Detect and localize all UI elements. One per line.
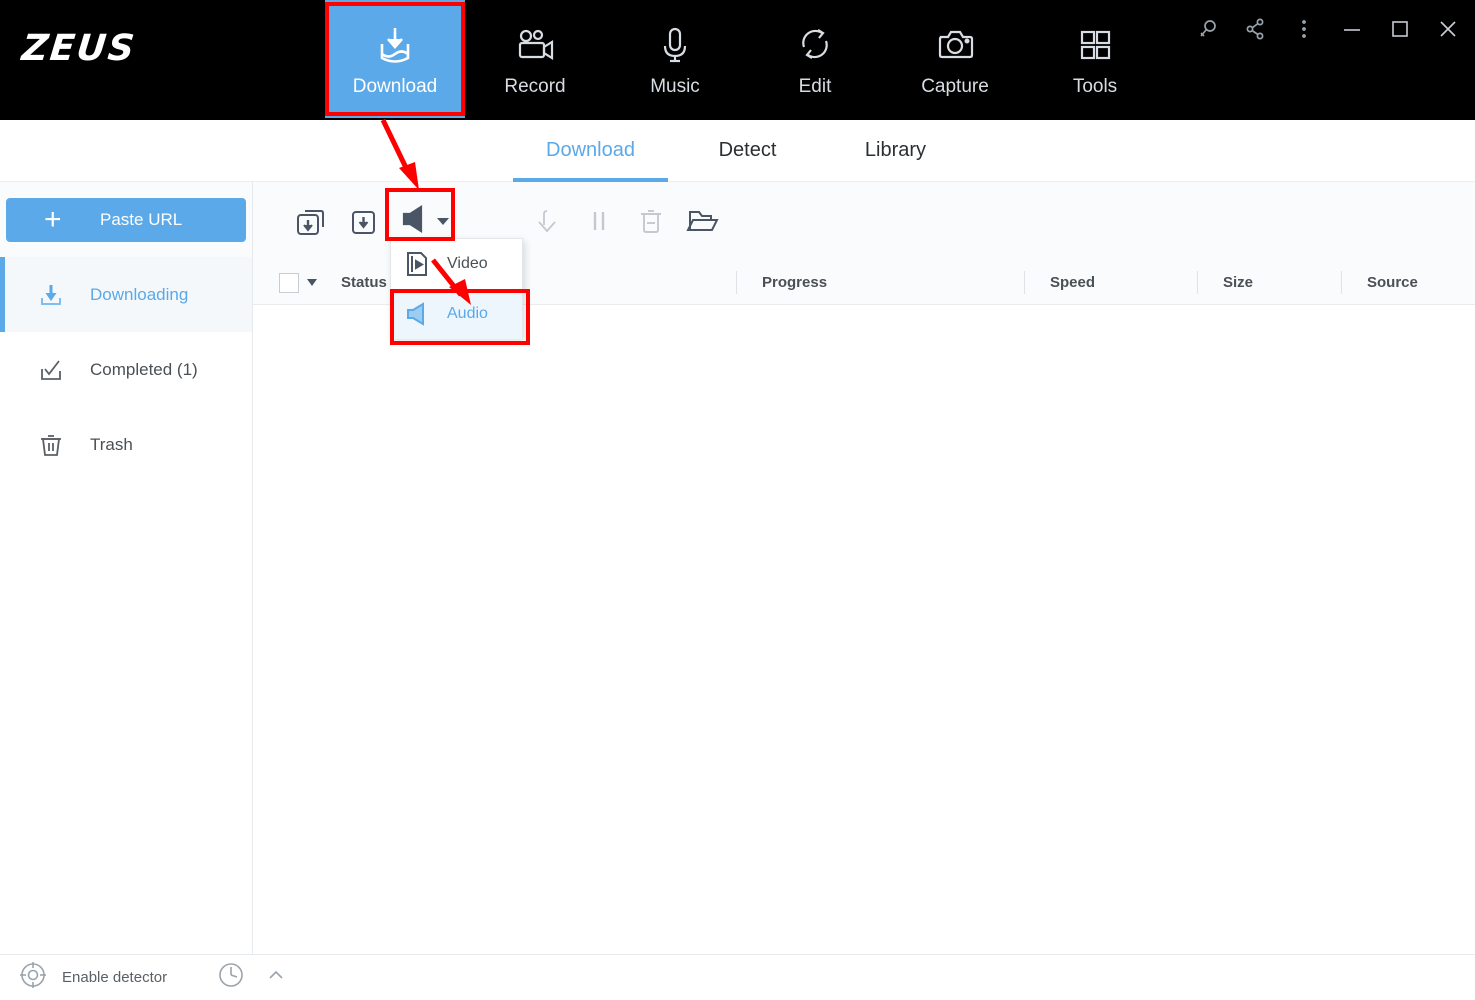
- clock-icon[interactable]: [217, 961, 245, 994]
- column-header-speed[interactable]: Speed: [1023, 260, 1096, 305]
- pause-icon[interactable]: [573, 195, 625, 247]
- column-header-status[interactable]: Status: [341, 260, 387, 305]
- delete-icon[interactable]: [625, 195, 677, 247]
- column-label-progress: Progress: [762, 274, 828, 291]
- dropdown-label-audio: Audio: [447, 305, 488, 322]
- nav-item-edit[interactable]: Edit: [745, 0, 885, 118]
- column-label-source: Source: [1367, 274, 1418, 291]
- nav-label-capture: Capture: [921, 76, 989, 97]
- select-all-checkbox[interactable]: [279, 272, 299, 293]
- nav-label-music: Music: [650, 76, 700, 97]
- nav-item-download[interactable]: Download: [325, 0, 465, 118]
- sub-tab-bar: Download Detect Library: [0, 120, 1475, 182]
- nav-item-music[interactable]: Music: [605, 0, 745, 118]
- download-arrow-icon: [36, 280, 66, 310]
- open-folder-icon[interactable]: [677, 195, 729, 247]
- paste-url-container: + Paste URL: [0, 182, 252, 257]
- dropdown-item-video[interactable]: Video: [391, 239, 522, 289]
- column-header-size[interactable]: Size: [1196, 260, 1254, 305]
- paste-url-label: Paste URL: [100, 209, 183, 229]
- nav-item-record[interactable]: Record: [465, 0, 605, 118]
- select-all-checkbox-group[interactable]: [279, 260, 317, 305]
- sidebar-item-trash[interactable]: Trash: [0, 407, 252, 482]
- app-logo: ZEUS: [19, 28, 139, 69]
- nav-label-record: Record: [504, 76, 566, 97]
- share-icon[interactable]: [1239, 12, 1273, 46]
- format-dropdown-menu: Video Audio: [390, 238, 523, 339]
- trash-icon: [36, 430, 66, 460]
- sidebar: + Paste URL Downloading Completed (1) Tr…: [0, 182, 253, 954]
- select-dropdown-icon[interactable]: [307, 279, 317, 286]
- sidebar-item-completed[interactable]: Completed (1): [0, 332, 252, 407]
- start-download-icon[interactable]: [521, 195, 573, 247]
- check-tray-icon: [36, 355, 66, 385]
- nav-label-edit: Edit: [798, 76, 832, 97]
- batch-download-icon[interactable]: [285, 195, 337, 247]
- paste-url-button[interactable]: + Paste URL: [6, 197, 246, 242]
- tab-download[interactable]: Download: [513, 120, 668, 182]
- refresh-arrows-icon: [789, 20, 841, 68]
- speaker-icon: [397, 202, 431, 241]
- photo-camera-icon: [929, 20, 981, 68]
- plus-icon: +: [44, 202, 62, 236]
- download-list-area: [253, 305, 1475, 954]
- chevron-down-icon: [437, 217, 449, 225]
- sidebar-label-completed: Completed (1): [90, 359, 198, 379]
- close-icon[interactable]: [1431, 12, 1465, 46]
- tab-label-library: Library: [864, 139, 927, 161]
- column-label-size: Size: [1223, 274, 1254, 291]
- column-label-status: Status: [341, 274, 387, 291]
- tab-label-detect: Detect: [718, 139, 777, 161]
- tab-label-download: Download: [546, 139, 635, 161]
- top-navigation-bar: ZEUS Download Record Music Edit Capture …: [0, 0, 1475, 120]
- main-nav-group: Download Record Music Edit Capture Tools: [325, 0, 1165, 120]
- video-camera-icon: [509, 20, 561, 68]
- maximize-icon[interactable]: [1383, 12, 1417, 46]
- speaker-icon: [403, 300, 431, 328]
- tab-library[interactable]: Library: [833, 120, 958, 182]
- dropdown-item-audio[interactable]: Audio: [391, 289, 522, 339]
- crosshair-icon[interactable]: [18, 960, 48, 995]
- nav-label-tools: Tools: [1072, 76, 1118, 97]
- column-label-speed: Speed: [1050, 274, 1096, 291]
- minimize-icon[interactable]: [1335, 12, 1369, 46]
- column-header-progress[interactable]: Progress: [735, 260, 828, 305]
- download-tray-icon: [369, 20, 421, 68]
- window-controls: [1191, 12, 1465, 46]
- nav-item-capture[interactable]: Capture: [885, 0, 1025, 118]
- status-bar: Enable detector: [0, 954, 1475, 1000]
- grid-squares-icon: [1069, 20, 1121, 68]
- chevron-up-icon[interactable]: [265, 964, 287, 991]
- microphone-icon: [649, 20, 701, 68]
- sidebar-label-downloading: Downloading: [90, 284, 189, 304]
- search-icon[interactable]: [1191, 12, 1225, 46]
- single-download-icon[interactable]: [337, 195, 389, 247]
- enable-detector-label[interactable]: Enable detector: [62, 969, 167, 986]
- column-header-source[interactable]: Source: [1341, 260, 1418, 305]
- tab-detect[interactable]: Detect: [690, 120, 805, 182]
- sidebar-label-trash: Trash: [90, 434, 133, 454]
- sidebar-item-downloading[interactable]: Downloading: [0, 257, 252, 332]
- nav-item-tools[interactable]: Tools: [1025, 0, 1165, 118]
- dropdown-label-video: Video: [447, 255, 488, 272]
- nav-label-download: Download: [352, 76, 438, 97]
- video-file-icon: [403, 250, 431, 278]
- more-icon[interactable]: [1287, 12, 1321, 46]
